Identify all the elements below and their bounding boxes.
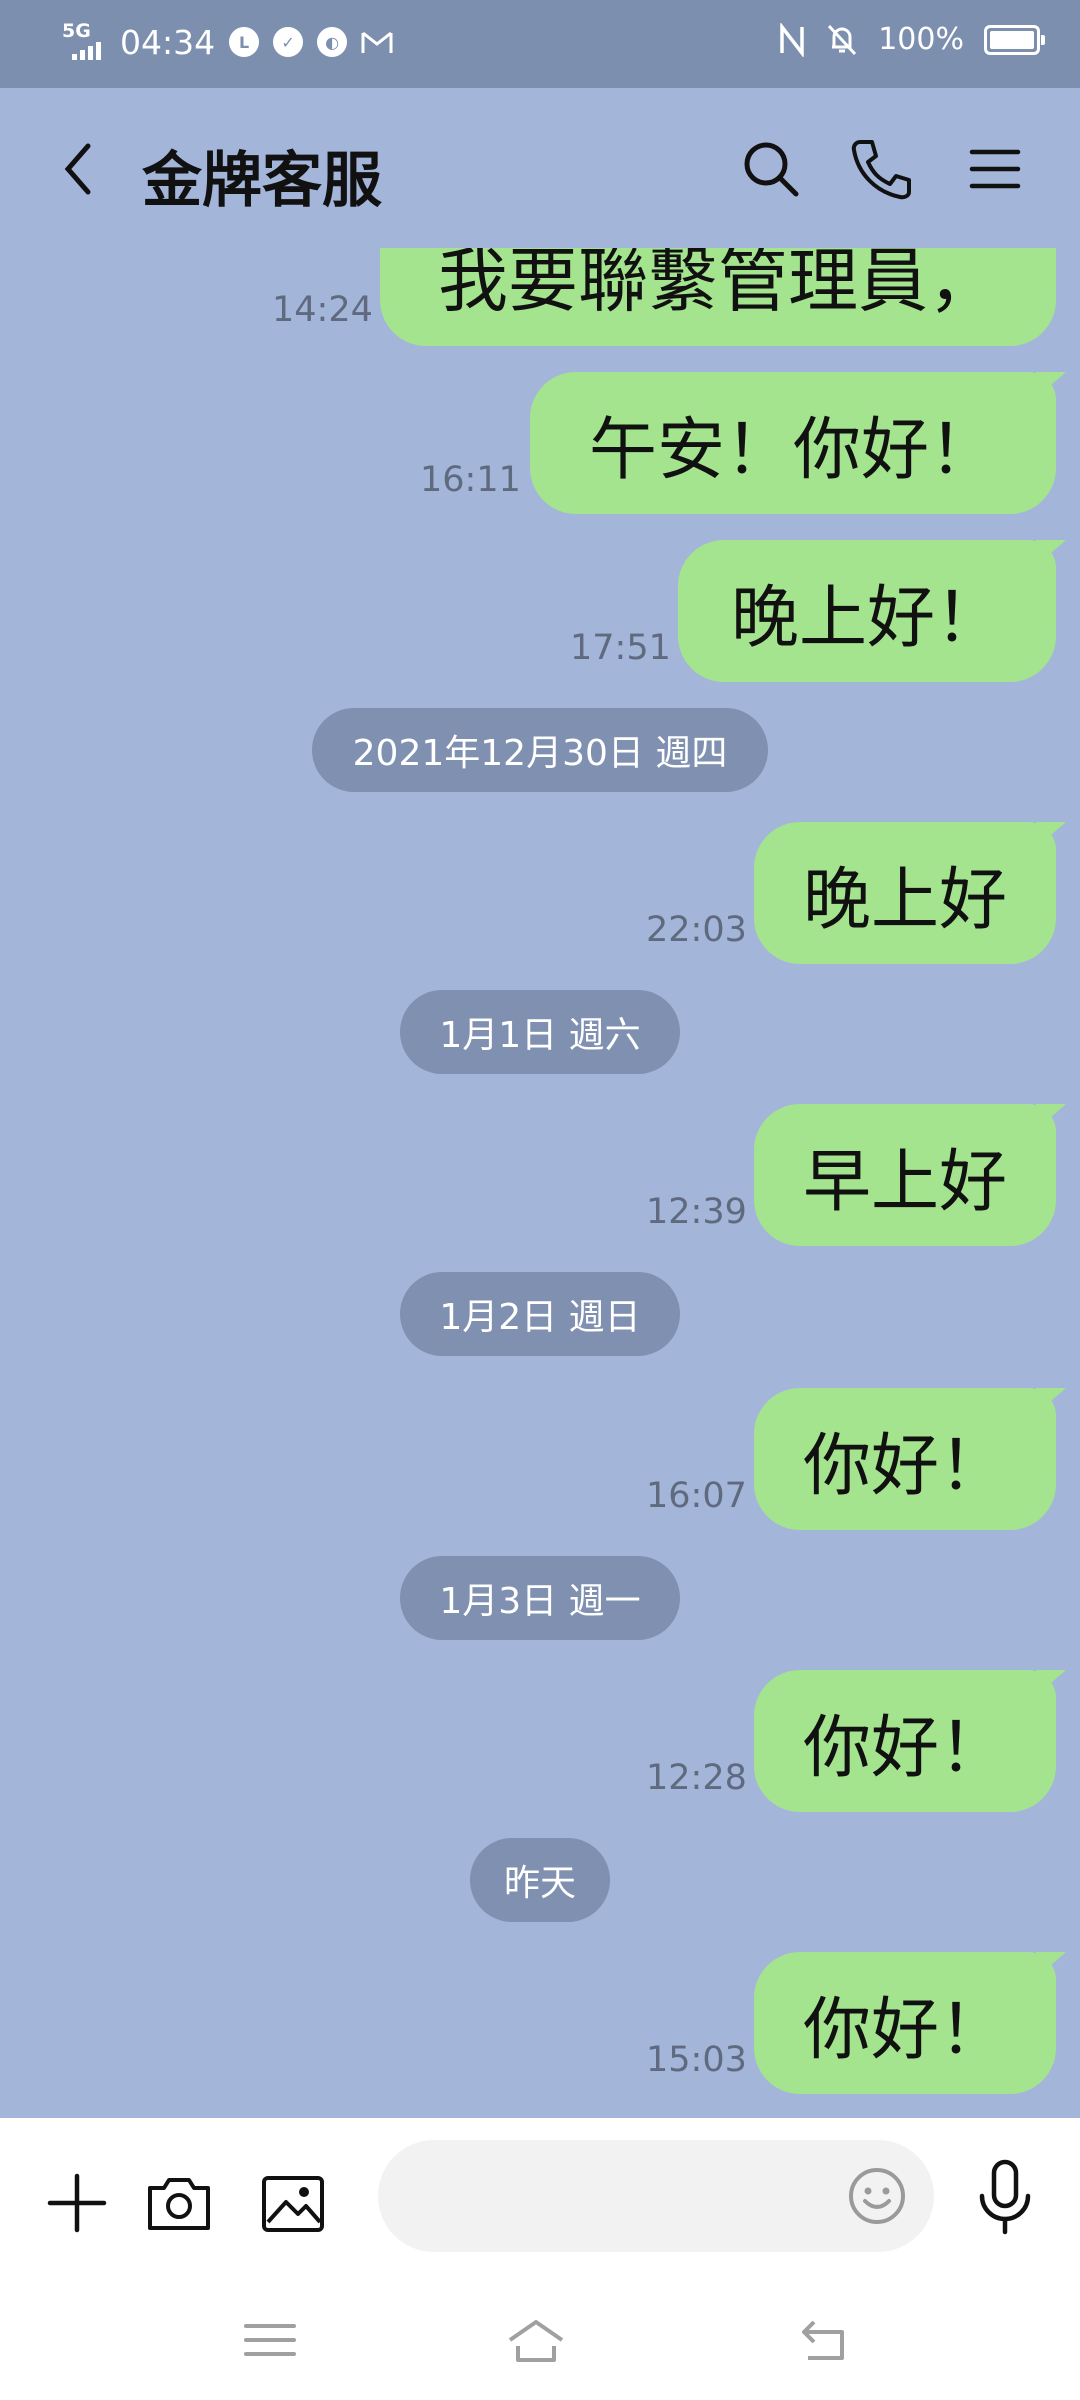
message-time: 17:51	[570, 628, 671, 668]
microphone-icon[interactable]	[970, 2158, 1040, 2238]
message-time: 15:03	[646, 2040, 747, 2080]
smiley-icon[interactable]	[846, 2165, 908, 2227]
home-icon[interactable]	[506, 2314, 566, 2366]
image-icon[interactable]	[258, 2168, 328, 2238]
message-time: 16:07	[646, 1476, 747, 1516]
date-separator: 1月3日 週一	[400, 1556, 680, 1640]
message-time: 12:39	[646, 1192, 747, 1232]
battery-percent: 100%	[878, 22, 964, 57]
menu-icon[interactable]	[960, 134, 1030, 204]
camera-icon[interactable]	[144, 2168, 214, 2238]
recents-icon[interactable]	[240, 2314, 300, 2366]
check-icon: ✓	[273, 27, 304, 57]
message-time: 14:24	[272, 290, 373, 330]
back-icon[interactable]	[796, 2314, 856, 2366]
signal-icon: 5G	[62, 22, 106, 62]
message-bubble[interactable]: 晚上好！	[678, 540, 1066, 682]
message-time: 12:28	[646, 1758, 747, 1798]
gmail-icon	[361, 31, 393, 53]
date-separator: 1月2日 週日	[400, 1272, 680, 1356]
message-bubble[interactable]: 我要聯繫管理員，	[380, 248, 1056, 346]
date-separator: 2021年12月30日 週四	[312, 708, 768, 792]
message-bubble[interactable]: 你好！	[754, 1670, 1066, 1812]
clock: 04:34	[120, 22, 216, 62]
leaf-icon: ◐	[317, 27, 348, 57]
date-separator: 昨天	[470, 1838, 610, 1922]
bell-off-icon	[828, 24, 857, 55]
network-type: 5G	[62, 20, 91, 42]
nfc-icon	[780, 22, 804, 57]
plus-icon[interactable]	[42, 2168, 112, 2238]
message-bubble[interactable]: 午安！你好！	[530, 372, 1066, 514]
message-time: 22:03	[646, 910, 747, 950]
battery-icon	[984, 24, 1045, 55]
chat-header: 金牌客服	[0, 88, 1080, 248]
phone-icon[interactable]	[846, 134, 916, 204]
message-bubble[interactable]: 你好！	[754, 1388, 1066, 1530]
chevron-left-icon[interactable]	[50, 134, 110, 204]
status-bar: 5G 04:34 L ✓ ◐ 100%	[0, 0, 1080, 88]
message-time: 16:11	[420, 460, 521, 500]
message-bubble[interactable]: 晚上好	[754, 822, 1066, 964]
search-icon[interactable]	[736, 134, 806, 204]
message-bubble[interactable]: 你好！	[754, 1952, 1066, 2094]
system-nav-bar	[0, 2278, 1080, 2400]
message-bubble[interactable]: 早上好	[754, 1104, 1066, 1246]
input-bar	[0, 2118, 1080, 2278]
chat-area[interactable]: 我要聯繫管理員， 14:24 午安！你好！ 16:11 晚上好！ 17:51 2…	[0, 248, 1080, 2118]
chat-title: 金牌客服	[142, 146, 382, 216]
date-separator: 1月1日 週六	[400, 990, 680, 1074]
line-icon: L	[229, 27, 260, 57]
